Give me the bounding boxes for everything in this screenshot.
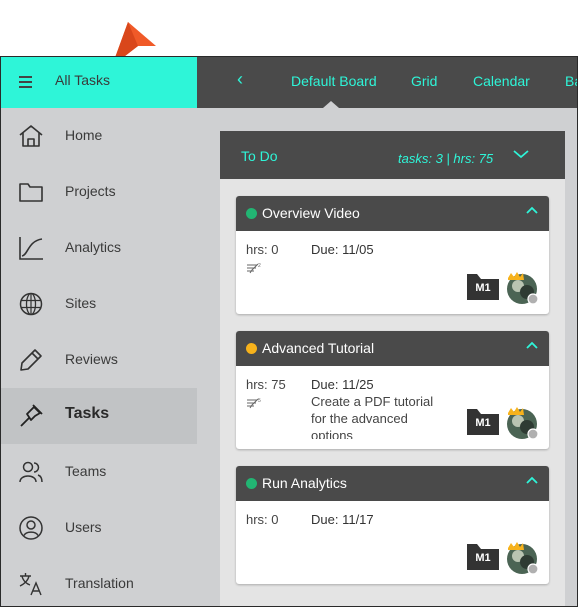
pencil-icon (20, 349, 42, 371)
avatar[interactable] (506, 407, 538, 439)
card-hours: hrs: 75 (246, 377, 286, 392)
chart-icon (19, 237, 43, 260)
sidebar-item-label: Tasks (65, 405, 110, 422)
sidebar-item-translation[interactable]: Translation (1, 556, 197, 606)
sidebar-item-home[interactable]: Home (1, 108, 197, 164)
sidebar-item-label: Translation (65, 575, 134, 591)
svg-text:2: 2 (258, 263, 261, 269)
sidebar-item-tasks[interactable]: Tasks (1, 388, 197, 444)
column-title: To Do (241, 148, 278, 164)
column-stats: tasks: 3 | hrs: 75 (398, 151, 494, 166)
sidebar-item-analytics[interactable]: Analytics (1, 220, 197, 276)
sidebar-item-label: Users (65, 519, 102, 535)
users-icon (19, 461, 43, 483)
tab-board-truncated[interactable]: Ba (565, 73, 577, 89)
folder-icon (19, 183, 43, 202)
chevron-down-icon[interactable] (513, 149, 529, 159)
project-badge-label: M1 (475, 417, 491, 429)
project-badge[interactable]: M1 (467, 409, 499, 435)
active-tab-indicator (323, 101, 339, 108)
top-bar: All Tasks ‹ Default Board Grid Calendar … (1, 57, 577, 108)
svg-text:5: 5 (258, 398, 261, 404)
sidebar-item-label: Teams (65, 463, 107, 479)
avatar[interactable] (506, 542, 538, 574)
card-hours: hrs: 0 (246, 242, 279, 257)
task-card[interactable]: Overview Video hrs: 0 Due: 11/05 2 M1 (236, 196, 549, 314)
card-description: Create a PDF tutorial for the advanced o… (311, 394, 434, 439)
globe-icon (19, 292, 43, 316)
pin-icon (20, 404, 43, 427)
card-hours: hrs: 0 (246, 512, 279, 527)
task-card[interactable]: Advanced Tutorial hrs: 75 Due: 11/25 Cre… (236, 331, 549, 449)
sidebar: Home Projects Analytics Sites Reviews Ta… (1, 108, 197, 606)
sidebar-item-label: Home (65, 127, 103, 143)
card-title: Run Analytics (262, 475, 347, 491)
card-title: Advanced Tutorial (262, 340, 375, 356)
tab-grid[interactable]: Grid (411, 73, 437, 89)
back-chevron-icon[interactable]: ‹ (237, 69, 243, 90)
card-header: Run Analytics (236, 466, 549, 501)
home-icon (19, 125, 43, 147)
card-header: Advanced Tutorial (236, 331, 549, 366)
sidebar-item-sites[interactable]: Sites (1, 276, 197, 332)
screen: All Tasks ‹ Default Board Grid Calendar … (0, 0, 578, 607)
project-badge[interactable]: M1 (467, 544, 499, 570)
sidebar-item-label: Sites (65, 295, 97, 311)
translate-icon (19, 573, 42, 596)
app-window: All Tasks ‹ Default Board Grid Calendar … (0, 56, 578, 607)
tab-default-board[interactable]: Default Board (291, 73, 377, 89)
sidebar-item-label: Analytics (65, 239, 122, 255)
notes-icon: 2 (247, 263, 261, 274)
tab-calendar[interactable]: Calendar (473, 73, 530, 89)
card-due-date: Due: 11/17 (311, 512, 374, 527)
menu-icon[interactable] (19, 76, 32, 88)
user-circle-icon (19, 516, 43, 540)
task-card[interactable]: Run Analytics hrs: 0 Due: 11/17 M1 (236, 466, 549, 584)
sidebar-item-users[interactable]: Users (1, 500, 197, 556)
column-header[interactable]: To Do tasks: 3 | hrs: 75 (220, 131, 565, 179)
notes-icon: 5 (247, 398, 261, 409)
project-badge[interactable]: M1 (467, 274, 499, 300)
sidebar-item-projects[interactable]: Projects (1, 164, 197, 220)
title-area: All Tasks (1, 57, 197, 108)
page-title: All Tasks (55, 72, 110, 88)
sidebar-item-reviews[interactable]: Reviews (1, 332, 197, 388)
project-badge-label: M1 (475, 552, 491, 564)
status-dot (246, 208, 257, 219)
sidebar-item-teams[interactable]: Teams (1, 444, 197, 500)
sidebar-item-label: Reviews (65, 351, 118, 367)
chevron-up-icon[interactable] (526, 206, 538, 214)
chevron-up-icon[interactable] (526, 476, 538, 484)
chevron-up-icon[interactable] (526, 341, 538, 349)
sidebar-item-label: Projects (65, 183, 116, 199)
avatar[interactable] (506, 272, 538, 304)
card-due-date: Due: 11/05 (311, 242, 374, 257)
project-badge-label: M1 (475, 282, 491, 294)
card-header: Overview Video (236, 196, 549, 231)
card-title: Overview Video (262, 205, 360, 221)
status-dot (246, 343, 257, 354)
card-due-date: Due: 11/25 (311, 377, 374, 392)
status-dot (246, 478, 257, 489)
